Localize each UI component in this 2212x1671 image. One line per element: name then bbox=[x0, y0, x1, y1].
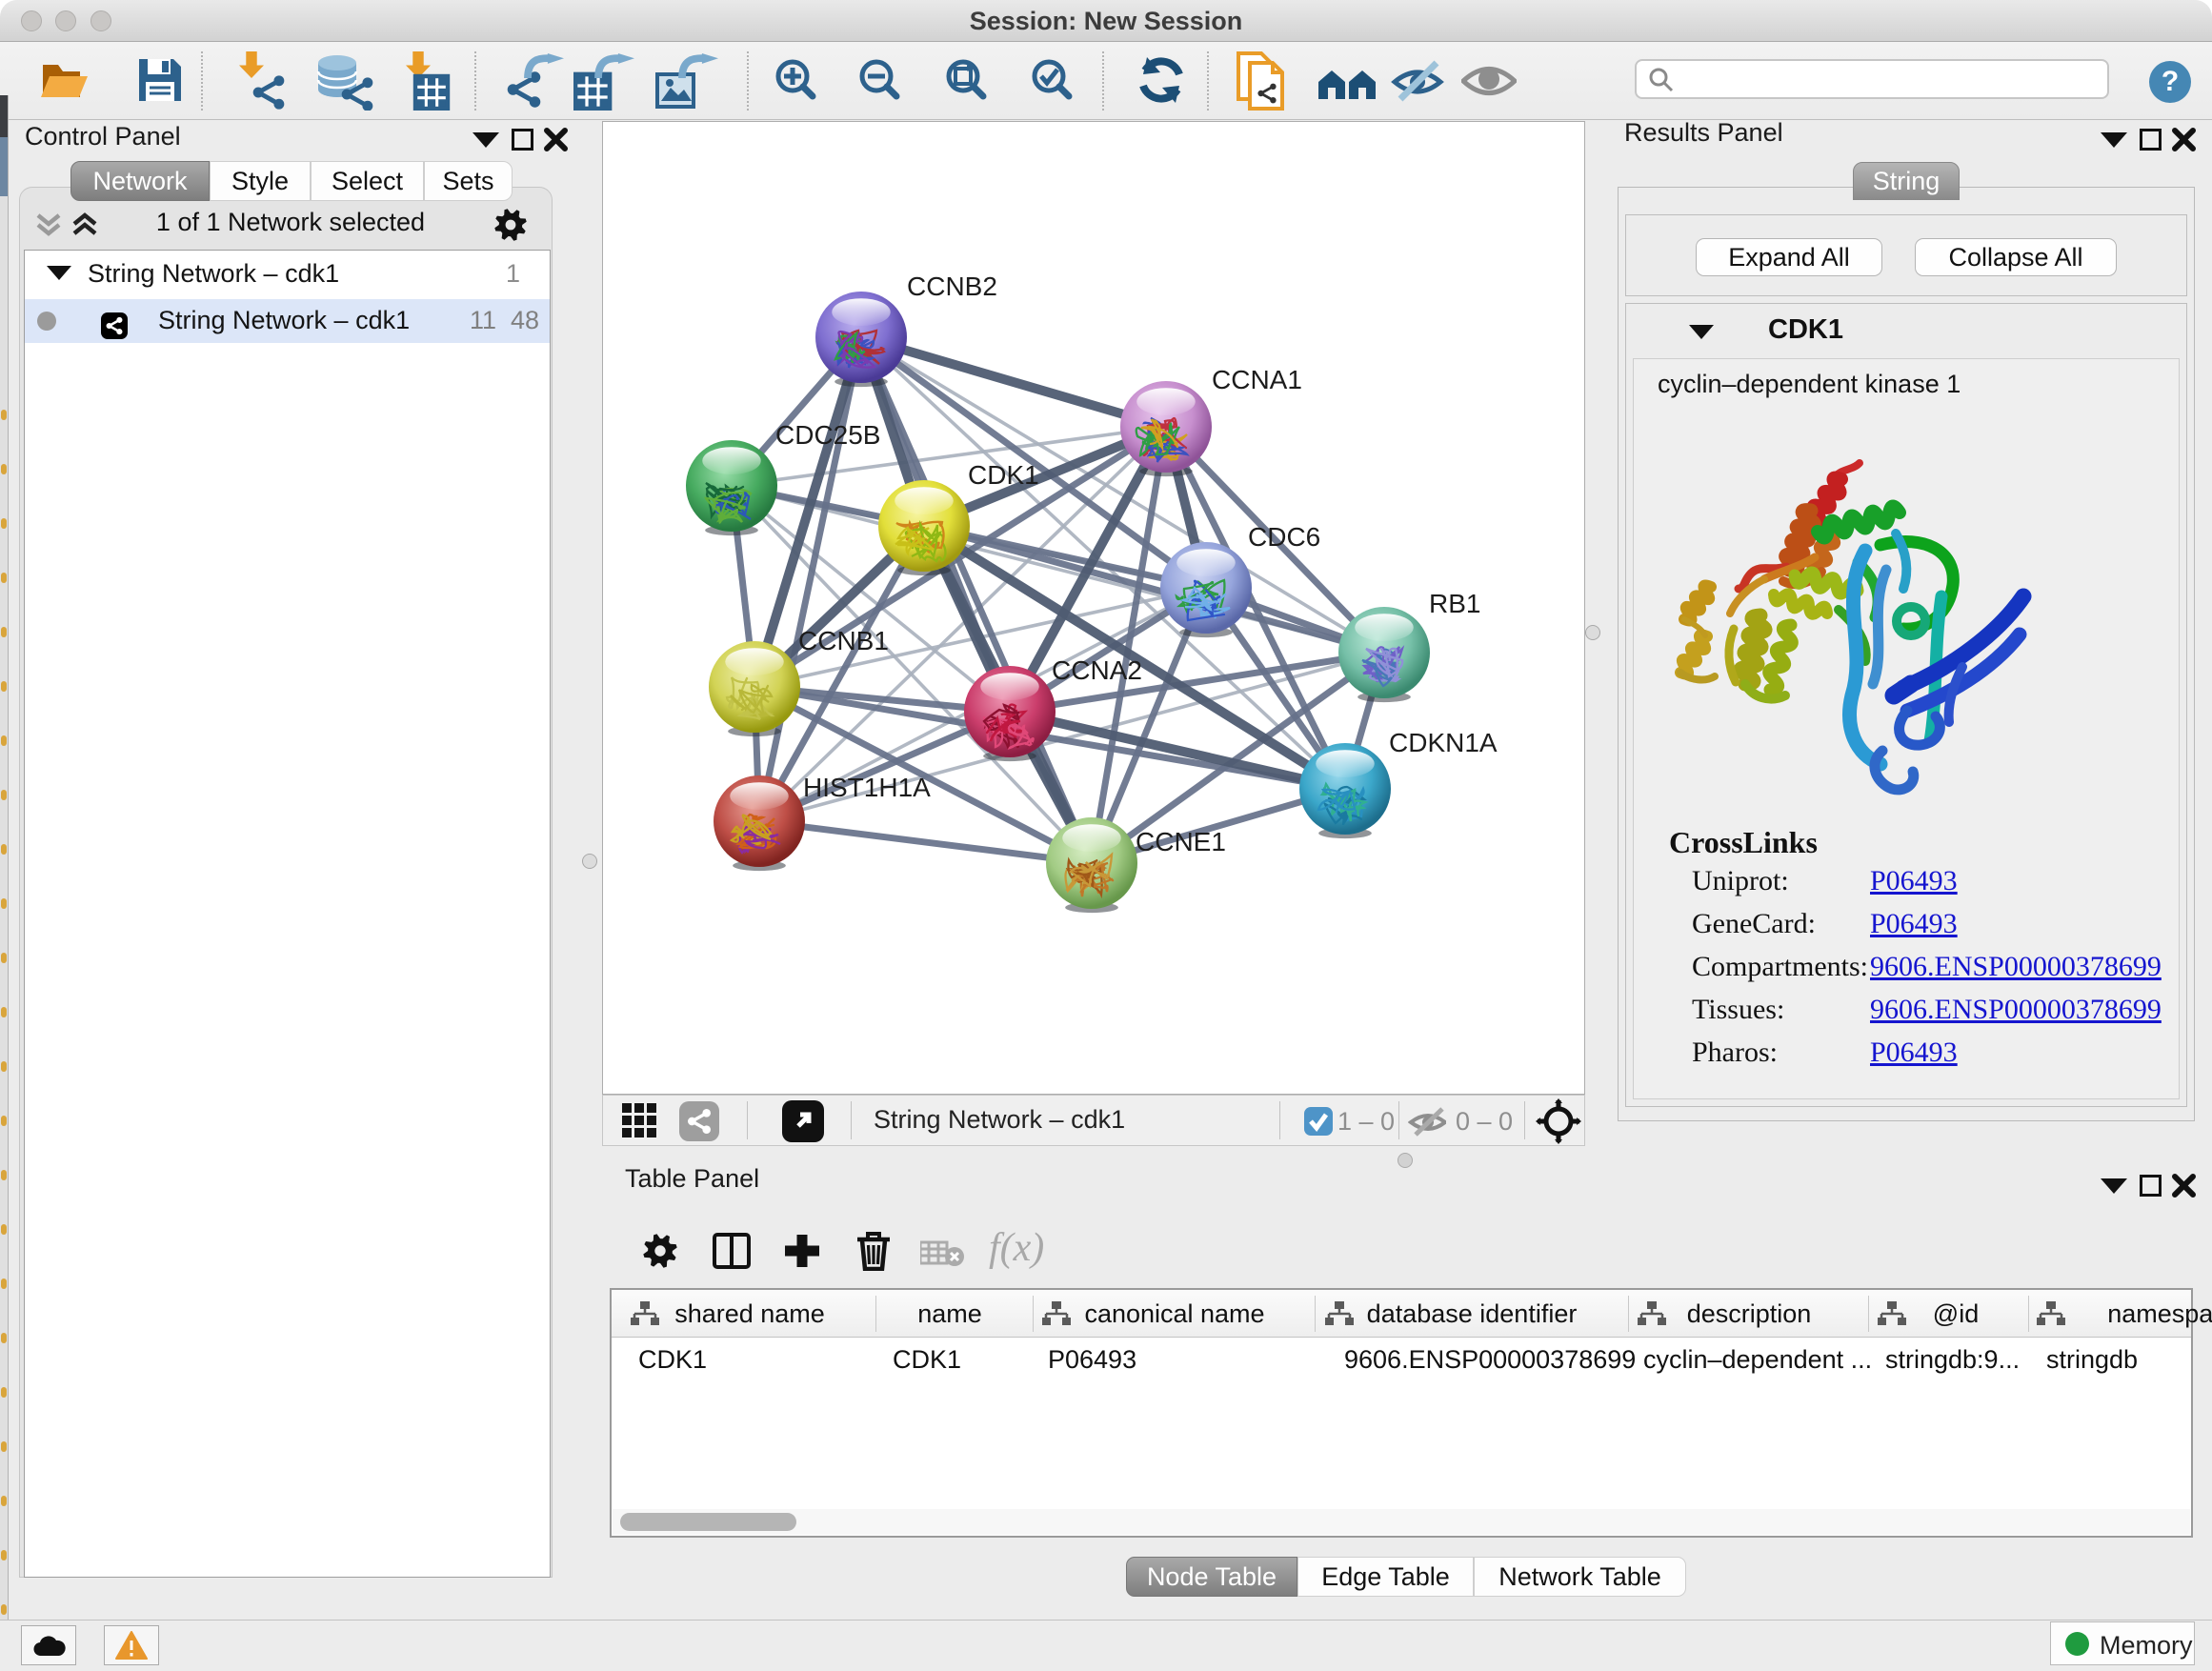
svg-text:CCNB1: CCNB1 bbox=[798, 626, 889, 655]
svg-text:CCNB2: CCNB2 bbox=[907, 272, 997, 301]
svg-text:CDC6: CDC6 bbox=[1248, 522, 1320, 552]
svg-text:CDKN1A: CDKN1A bbox=[1389, 728, 1498, 757]
svg-text:HIST1H1A: HIST1H1A bbox=[803, 773, 931, 802]
svg-text:CCNE1: CCNE1 bbox=[1136, 827, 1226, 856]
svg-text:CCNA2: CCNA2 bbox=[1052, 655, 1142, 685]
svg-text:CDK1: CDK1 bbox=[968, 460, 1039, 490]
svg-text:CCNA1: CCNA1 bbox=[1212, 365, 1302, 394]
svg-text:RB1: RB1 bbox=[1429, 589, 1480, 618]
svg-text:CDC25B: CDC25B bbox=[775, 420, 880, 450]
